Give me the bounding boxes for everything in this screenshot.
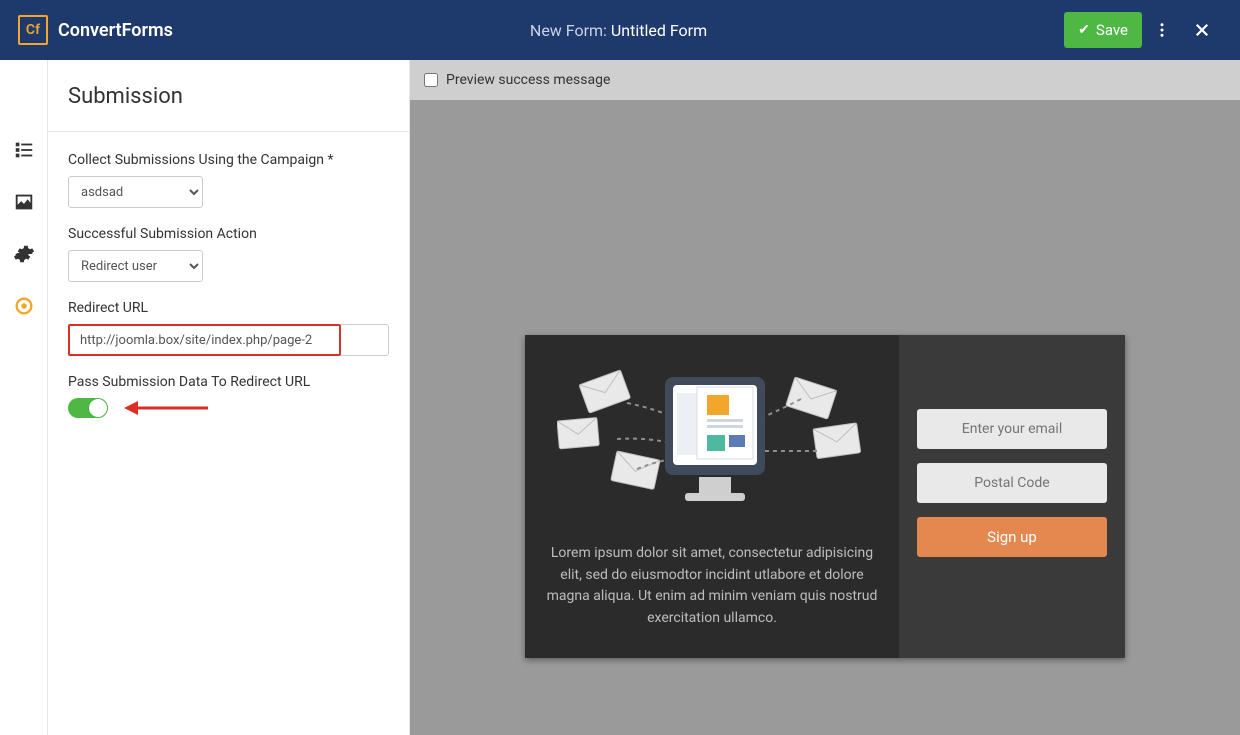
redirect-input[interactable] (70, 326, 339, 354)
action-select[interactable]: Redirect user (68, 250, 203, 282)
email-field[interactable] (917, 409, 1107, 449)
redirect-input-tail (341, 324, 389, 356)
signup-button[interactable]: Sign up (917, 517, 1107, 557)
save-button[interactable]: ✔ Save (1064, 12, 1142, 48)
campaign-label: Collect Submissions Using the Campaign * (68, 152, 389, 168)
title-name: Untitled Form (611, 21, 707, 40)
gear-icon[interactable] (12, 242, 36, 266)
divider (48, 131, 409, 132)
panel-title: Submission (68, 84, 389, 109)
form-right: Sign up (899, 335, 1125, 658)
target-icon[interactable] (12, 294, 36, 318)
form-title: New Form: Untitled Form (173, 21, 1064, 40)
postal-field[interactable] (917, 463, 1107, 503)
logo-badge: Cf (18, 15, 48, 45)
preview-success-label: Preview success message (446, 72, 610, 88)
close-icon[interactable] (1182, 12, 1222, 48)
form-left: Lorem ipsum dolor sit amet, consectetur … (525, 335, 899, 658)
preview-topstrip: Preview success message (410, 60, 1240, 100)
arrow-annotation (124, 398, 208, 418)
passdata-toggle[interactable] (68, 398, 108, 418)
more-icon[interactable] (1142, 12, 1182, 48)
check-icon: ✔ (1078, 22, 1090, 38)
form-card: Lorem ipsum dolor sit amet, consectetur … (525, 335, 1125, 658)
passdata-label: Pass Submission Data To Redirect URL (68, 374, 389, 390)
action-label: Successful Submission Action (68, 226, 389, 242)
preview-success-checkbox[interactable] (424, 73, 438, 87)
save-label: Save (1096, 21, 1128, 39)
side-panel: Submission Collect Submissions Using the… (48, 60, 410, 735)
fields-icon[interactable] (12, 138, 36, 162)
lorem-text: Lorem ipsum dolor sit amet, consectetur … (545, 543, 879, 630)
redirect-label: Redirect URL (68, 300, 389, 316)
redirect-highlight (68, 324, 341, 356)
newsletter-illustration (545, 359, 879, 519)
iconbar (0, 60, 48, 735)
preview-area: Preview success message (410, 60, 1240, 735)
campaign-select[interactable]: asdsad (68, 176, 203, 208)
image-icon[interactable] (12, 190, 36, 214)
title-prefix: New Form: (530, 21, 611, 40)
topbar: Cf ConvertForms New Form: Untitled Form … (0, 0, 1240, 60)
brand-name: ConvertForms (58, 20, 173, 41)
